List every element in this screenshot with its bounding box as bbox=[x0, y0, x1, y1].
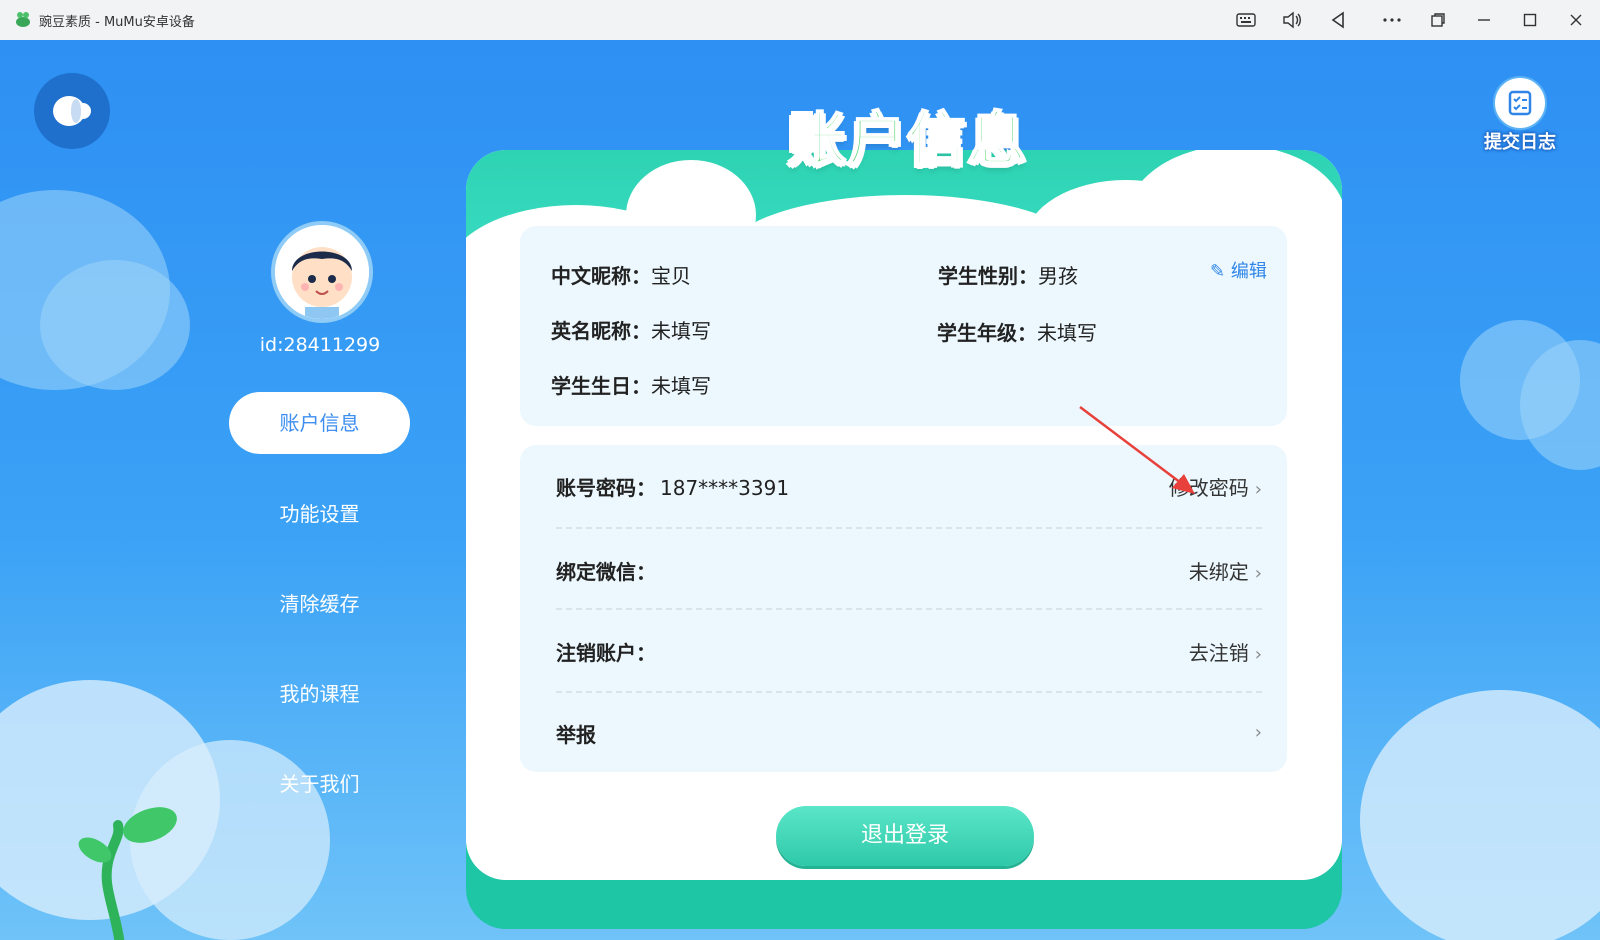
field-label: 中文昵称： bbox=[551, 264, 651, 288]
field-value: 未填写 bbox=[651, 319, 711, 343]
field-value: 未填写 bbox=[651, 374, 711, 398]
maximize-icon[interactable] bbox=[1516, 8, 1544, 32]
chevron-right-icon: › bbox=[1254, 644, 1262, 665]
close-icon[interactable] bbox=[1562, 8, 1590, 32]
unbound-status[interactable]: 未绑定 › bbox=[1189, 556, 1262, 585]
volume-icon[interactable] bbox=[1278, 8, 1306, 32]
field-label: 英名昵称： bbox=[551, 319, 651, 343]
report-chevron[interactable]: › bbox=[1249, 719, 1262, 743]
window-title: 豌豆素质 - MuMu安卓设备 bbox=[39, 15, 195, 30]
sidebar-item-about-us[interactable]: 关于我们 bbox=[229, 753, 410, 815]
back-triangle-icon[interactable] bbox=[1324, 8, 1352, 32]
student-grade-field: 学生年级：未填写 bbox=[937, 317, 1097, 346]
chevron-right-icon: › bbox=[1254, 722, 1262, 743]
chevron-right-icon: › bbox=[1254, 563, 1262, 584]
background-cloud bbox=[40, 260, 190, 390]
restore-icon[interactable] bbox=[1424, 8, 1452, 32]
logout-button[interactable]: 退出登录 bbox=[776, 806, 1034, 866]
field-label: 学生性别： bbox=[938, 264, 1038, 288]
row-label: 举报 bbox=[556, 723, 596, 747]
chinese-nickname-field: 中文昵称：宝贝 bbox=[551, 260, 691, 289]
submit-log-button[interactable]: 提交日志 bbox=[1478, 76, 1562, 154]
row-label: 账号密码： 187****3391 bbox=[556, 476, 790, 500]
masked-phone: 187****3391 bbox=[660, 476, 790, 500]
back-button[interactable] bbox=[34, 73, 110, 149]
go-cancel-link[interactable]: 去注销 › bbox=[1189, 637, 1262, 666]
page-title: 账户信息 bbox=[787, 104, 1028, 174]
student-gender-field: 学生性别：男孩 bbox=[938, 260, 1078, 289]
sprout-decoration bbox=[78, 807, 177, 940]
row-divider bbox=[556, 608, 1262, 610]
sidebar-item-clear-cache[interactable]: 清除缓存 bbox=[229, 573, 410, 635]
keyboard-icon[interactable] bbox=[1232, 8, 1260, 32]
boy-avatar-icon bbox=[275, 225, 369, 319]
field-value: 宝贝 bbox=[651, 264, 691, 288]
sidebar-item-account-info[interactable]: 账户信息 bbox=[229, 392, 410, 454]
row-divider bbox=[556, 691, 1262, 693]
app-logo-icon bbox=[16, 12, 30, 27]
edit-label: 编辑 bbox=[1230, 261, 1267, 282]
field-value: 未填写 bbox=[1037, 321, 1097, 345]
user-id: id:28411299 bbox=[259, 334, 381, 356]
background-cloud bbox=[1360, 690, 1600, 940]
field-label: 学生年级： bbox=[937, 321, 1037, 345]
student-birthday-field: 学生生日：未填写 bbox=[551, 370, 711, 399]
bean-icon bbox=[53, 96, 91, 126]
row-label: 注销账户： bbox=[556, 641, 656, 665]
window-titlebar: 豌豆素质 - MuMu安卓设备 bbox=[0, 0, 1600, 41]
sidebar-item-feature-settings[interactable]: 功能设置 bbox=[229, 483, 410, 545]
pencil-icon: ✎ bbox=[1210, 261, 1226, 282]
edit-button[interactable]: ✎ 编辑 bbox=[1210, 257, 1267, 283]
cancel-account-row[interactable]: 注销账户： 去注销 › bbox=[556, 629, 1262, 669]
submit-log-label: 提交日志 bbox=[1484, 132, 1556, 153]
app-content: id:28411299 账户信息 功能设置 清除缓存 我的课程 关于我们 提交日… bbox=[0, 40, 1600, 940]
chevron-right-icon: › bbox=[1254, 479, 1262, 500]
annotation-arrow bbox=[1079, 406, 1195, 494]
row-label: 绑定微信： bbox=[556, 560, 656, 584]
avatar[interactable] bbox=[271, 221, 373, 323]
english-nickname-field: 英名昵称：未填写 bbox=[551, 315, 711, 344]
bind-wechat-row[interactable]: 绑定微信： 未绑定 › bbox=[556, 548, 1262, 588]
field-value: 男孩 bbox=[1038, 264, 1078, 288]
checklist-icon bbox=[1493, 76, 1547, 130]
report-row[interactable]: 举报 › bbox=[556, 711, 1262, 751]
sidebar-item-my-courses[interactable]: 我的课程 bbox=[229, 663, 410, 725]
field-label: 学生生日： bbox=[551, 374, 651, 398]
minimize-icon[interactable] bbox=[1470, 8, 1498, 32]
row-divider bbox=[556, 527, 1262, 529]
more-icon[interactable] bbox=[1378, 8, 1406, 32]
